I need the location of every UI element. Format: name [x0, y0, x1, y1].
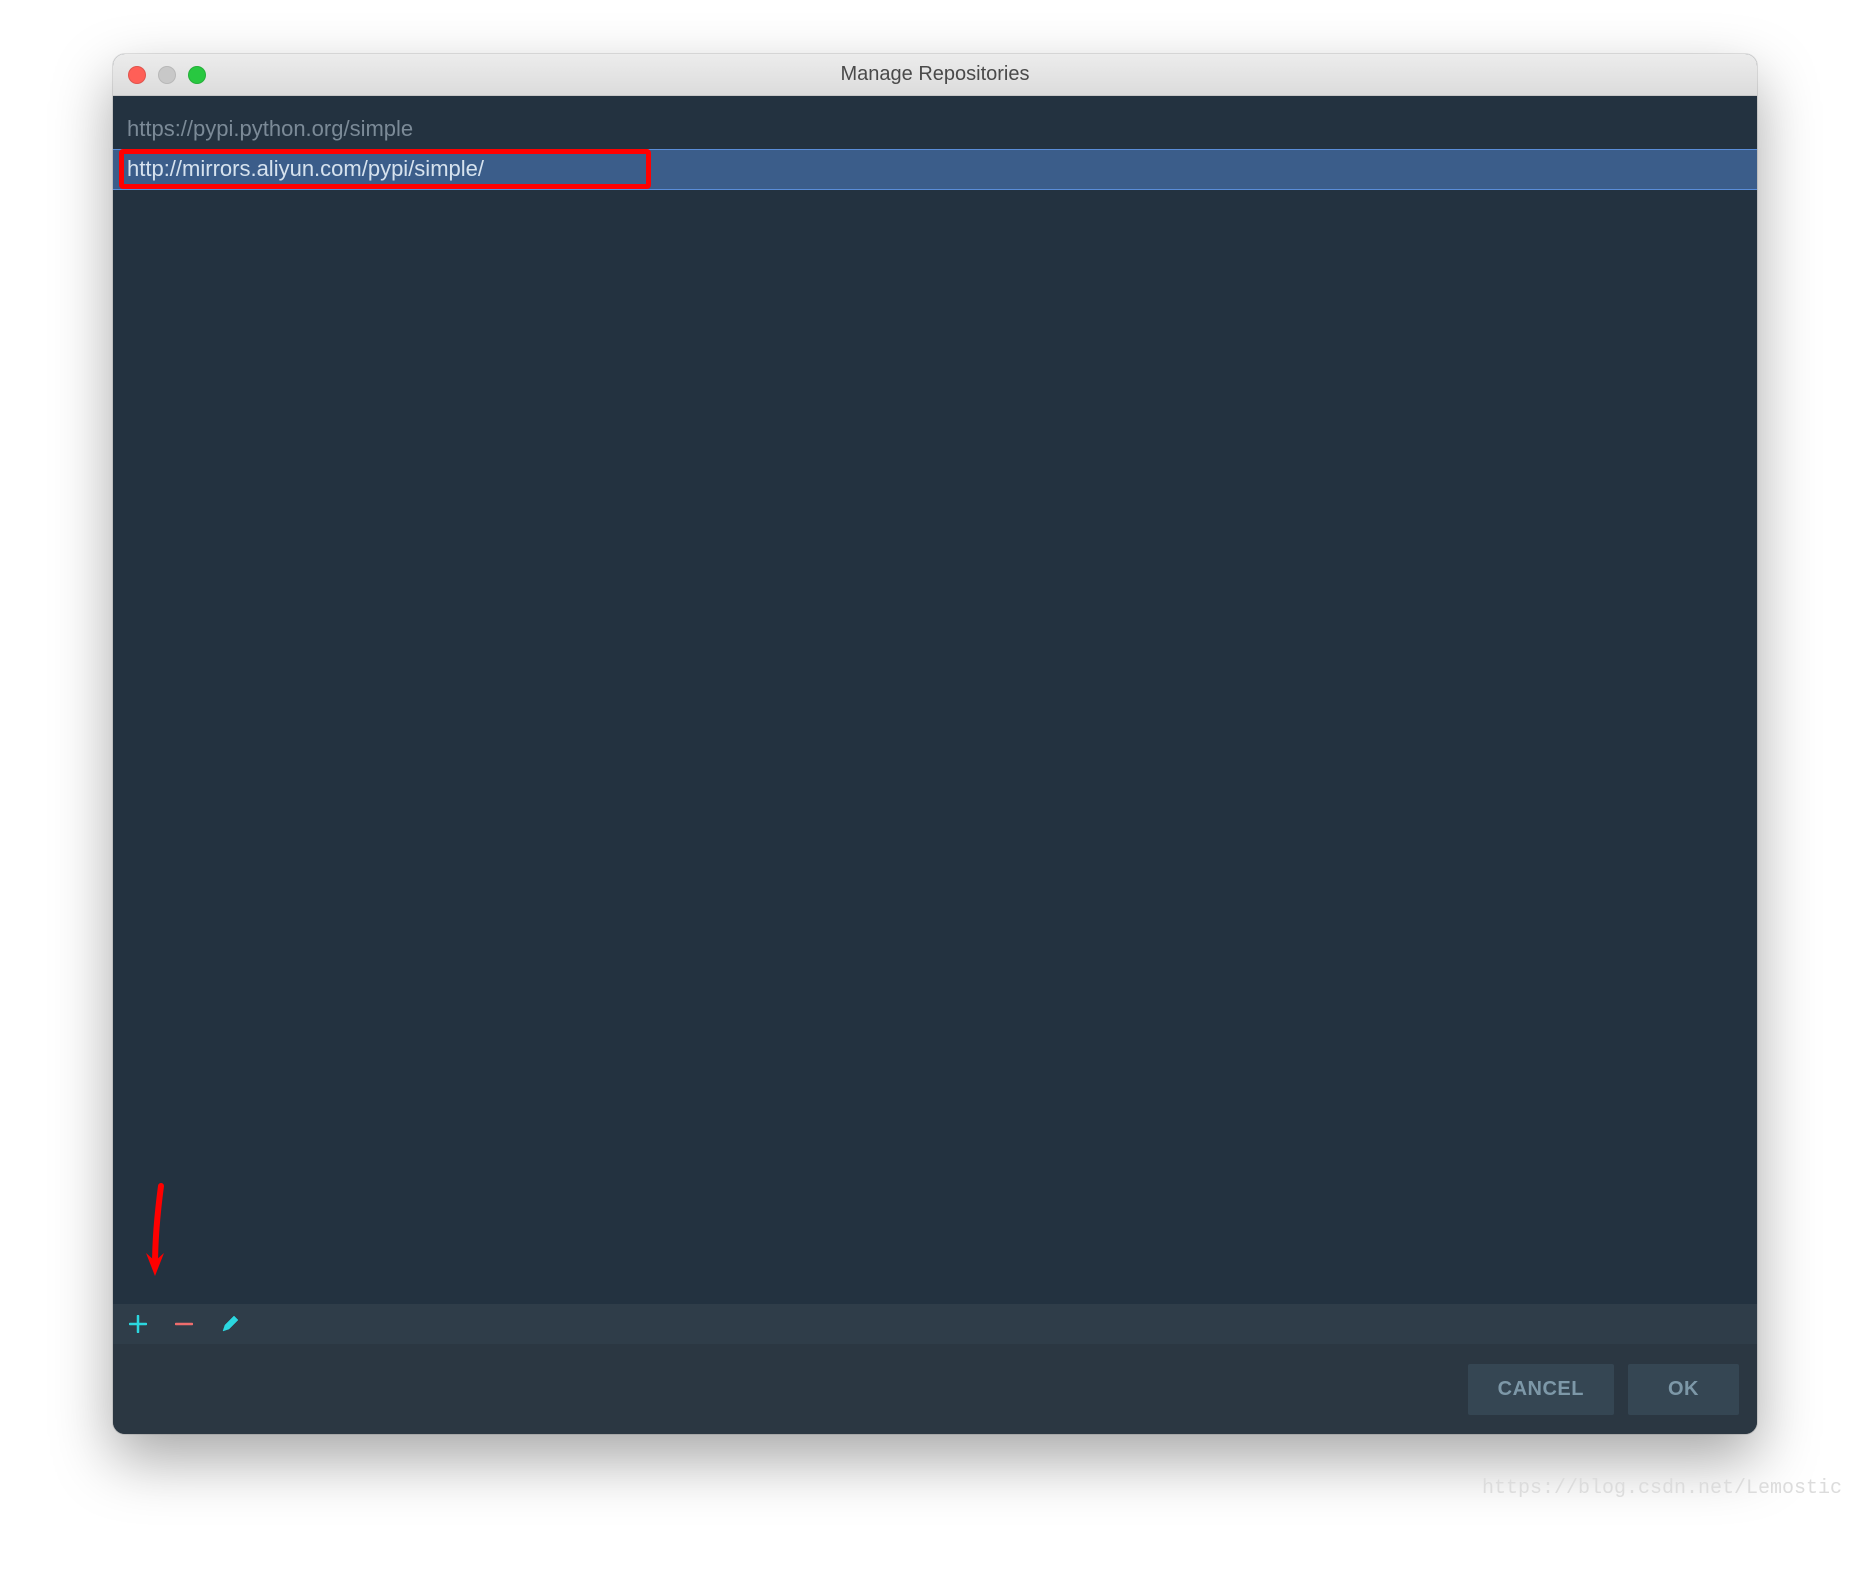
watermark-text: https://blog.csdn.net/Lemostic — [1482, 1477, 1842, 1500]
list-toolbar — [113, 1304, 1757, 1344]
minimize-window-button[interactable] — [158, 66, 176, 84]
repository-item-selected[interactable]: http://mirrors.aliyun.com/pypi/simple/ — [113, 149, 1757, 190]
pencil-icon — [221, 1315, 239, 1333]
annotation-arrow — [143, 1181, 183, 1286]
plus-icon — [129, 1315, 147, 1333]
cancel-button[interactable]: CANCEL — [1468, 1364, 1614, 1415]
window-controls — [128, 66, 206, 84]
close-window-button[interactable] — [128, 66, 146, 84]
manage-repositories-window: Manage Repositories https://pypi.python.… — [113, 54, 1757, 1434]
repository-item[interactable]: https://pypi.python.org/simple — [113, 110, 1757, 149]
maximize-window-button[interactable] — [188, 66, 206, 84]
ok-button[interactable]: OK — [1628, 1364, 1739, 1415]
titlebar: Manage Repositories — [113, 54, 1757, 96]
repository-list[interactable]: https://pypi.python.org/simple http://mi… — [113, 96, 1757, 190]
add-repository-button[interactable] — [127, 1313, 149, 1335]
remove-repository-button[interactable] — [173, 1313, 195, 1335]
window-title: Manage Repositories — [841, 63, 1030, 86]
minus-icon — [175, 1315, 193, 1333]
edit-repository-button[interactable] — [219, 1313, 241, 1335]
dialog-button-bar: CANCEL OK — [113, 1344, 1757, 1434]
content-area: https://pypi.python.org/simple http://mi… — [113, 96, 1757, 1304]
